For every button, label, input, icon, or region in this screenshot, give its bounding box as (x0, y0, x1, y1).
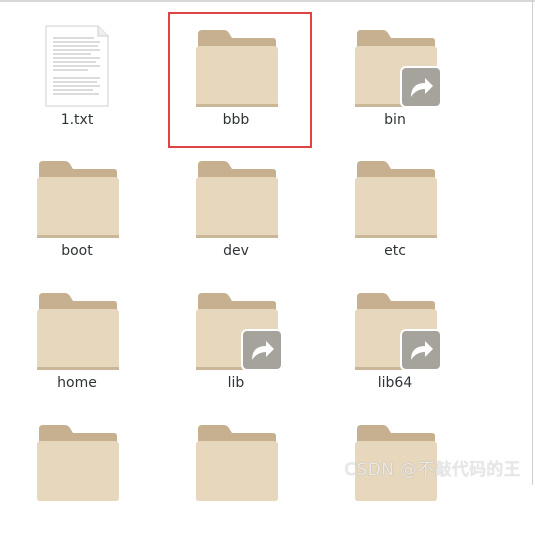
file-label: lib64 (377, 375, 413, 391)
file-label: boot (61, 243, 93, 259)
file-label: etc (384, 243, 406, 259)
folder-item[interactable] (12, 405, 142, 535)
folder-icon (354, 287, 442, 373)
folder-icon (195, 419, 279, 505)
folder-item-lib64[interactable]: lib64 (330, 273, 460, 403)
folder-item-etc[interactable]: etc (330, 141, 460, 271)
watermark: CSDN @不敲代码的王 (344, 460, 521, 480)
folder-icon (354, 24, 442, 110)
folder-icon (36, 155, 120, 241)
text-file-icon (36, 24, 120, 110)
right-border (532, 0, 533, 485)
file-label: lib (227, 375, 245, 391)
folder-item-bbb[interactable]: bbb (171, 10, 301, 140)
folder-icon (195, 24, 279, 110)
file-label: dev (223, 243, 249, 259)
folder-item-dev[interactable]: dev (171, 141, 301, 271)
folder-item-boot[interactable]: boot (12, 141, 142, 271)
folder-item[interactable] (171, 405, 301, 535)
file-label: home (57, 375, 97, 391)
file-label: bbb (222, 112, 250, 128)
file-item-1txt[interactable]: 1.txt (12, 10, 142, 140)
symlink-arrow-icon (400, 66, 442, 108)
folder-icon (195, 287, 283, 373)
folder-item-bin[interactable]: bin (330, 10, 460, 140)
folder-icon (354, 155, 438, 241)
folder-item-home[interactable]: home (12, 273, 142, 403)
folder-icon (195, 155, 279, 241)
top-border (0, 0, 535, 2)
file-label: 1.txt (60, 112, 94, 128)
folder-icon (36, 419, 120, 505)
file-label: bin (384, 112, 406, 128)
folder-icon (36, 287, 120, 373)
symlink-arrow-icon (400, 329, 442, 371)
symlink-arrow-icon (241, 329, 283, 371)
folder-item-lib[interactable]: lib (171, 273, 301, 403)
